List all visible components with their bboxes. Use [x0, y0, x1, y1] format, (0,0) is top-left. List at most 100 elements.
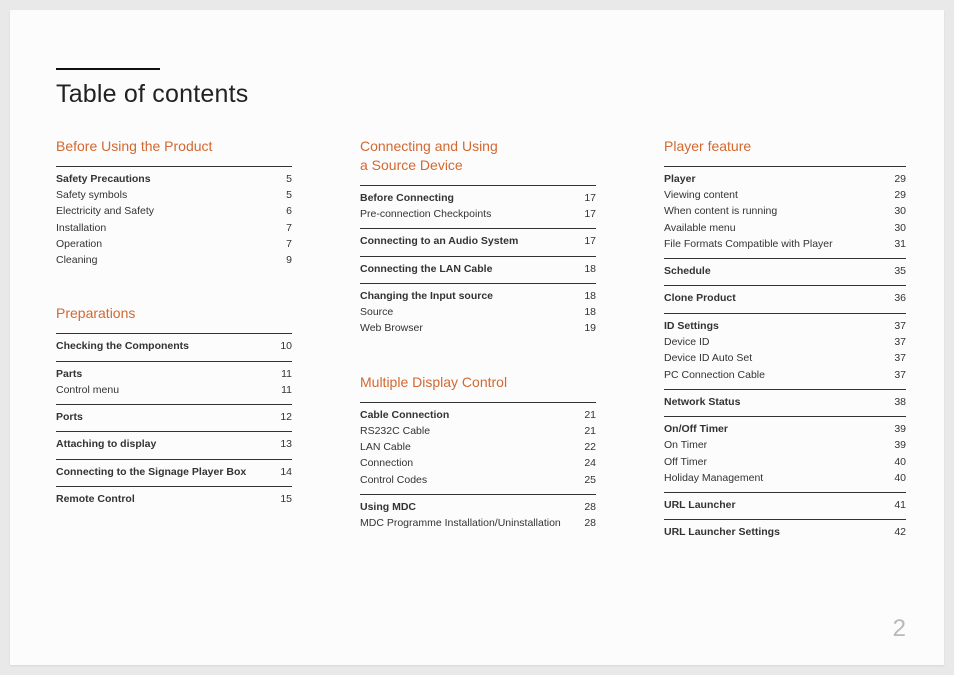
toc-entry[interactable]: When content is running30 [664, 203, 906, 219]
toc-entry-page: 40 [894, 454, 906, 470]
toc-entry[interactable]: Connecting the LAN Cable18 [360, 261, 596, 277]
toc-entry[interactable]: Safety symbols5 [56, 187, 292, 203]
section-heading[interactable]: Multiple Display Control [360, 373, 596, 392]
toc-entry[interactable]: Holiday Management40 [664, 470, 906, 486]
toc-entry-label: On Timer [664, 437, 715, 453]
toc-entry-label: Source [360, 304, 401, 320]
toc-entry[interactable]: Attaching to display 13 [56, 436, 292, 452]
toc-entry-page: 37 [894, 350, 906, 366]
toc-entry-page: 13 [280, 436, 292, 452]
toc-entry-label: Schedule [664, 263, 719, 279]
toc-entry[interactable]: URL Launcher41 [664, 497, 906, 513]
toc-group: Player29Viewing content 29When content is… [664, 166, 906, 258]
section-heading[interactable]: Connecting and Usinga Source Device [360, 137, 596, 175]
toc-entry[interactable]: Connecting to an Audio System17 [360, 233, 596, 249]
toc-entry[interactable]: Ports12 [56, 409, 292, 425]
toc-entry[interactable]: Operation7 [56, 236, 292, 252]
toc-entry-label: Available menu [664, 220, 744, 236]
toc-entry[interactable]: Parts11 [56, 366, 292, 382]
toc-entry-label: Clone Product [664, 290, 744, 306]
toc-entry-label: File Formats Compatible with Player [664, 236, 841, 252]
toc-entry[interactable]: ID Settings37 [664, 318, 906, 334]
toc-entry-label: Viewing content [664, 187, 746, 203]
toc-entry[interactable]: Cleaning9 [56, 252, 292, 268]
toc-entry-page: 42 [894, 524, 906, 540]
toc-entry-page: 36 [894, 290, 906, 306]
toc-entry[interactable]: Network Status38 [664, 394, 906, 410]
toc-entry-page: 39 [894, 437, 906, 453]
toc-columns: Before Using the Product Safety Precautio… [56, 137, 898, 547]
section-heading[interactable]: Preparations [56, 304, 292, 323]
toc-entry-page: 29 [894, 187, 906, 203]
toc-entry-page: 15 [280, 491, 292, 507]
toc-entry[interactable]: Control Codes25 [360, 472, 596, 488]
toc-entry[interactable]: Viewing content 29 [664, 187, 906, 203]
toc-group: Schedule35 [664, 258, 906, 285]
toc-group: Connecting to an Audio System17 [360, 228, 596, 255]
toc-group: Parts11Control menu11 [56, 361, 292, 405]
toc-entry[interactable]: Electricity and Safety6 [56, 203, 292, 219]
toc-entry[interactable]: On/Off Timer 39 [664, 421, 906, 437]
toc-entry-label: Connecting the LAN Cable [360, 261, 500, 277]
toc-group: Changing the Input source18Source18Web B… [360, 283, 596, 343]
toc-group: Cable Connection21RS232C Cable21LAN Cabl… [360, 402, 596, 494]
toc-section: Preparations Checking the Components10 Par… [56, 304, 292, 513]
toc-entry[interactable]: MDC Programme Installation/Uninstallatio… [360, 515, 596, 531]
toc-entry[interactable]: Available menu30 [664, 220, 906, 236]
toc-entry[interactable]: Before Connecting 17 [360, 190, 596, 206]
toc-entry[interactable]: Off Timer 40 [664, 454, 906, 470]
toc-entry-label: ID Settings [664, 318, 727, 334]
toc-entry-page: 41 [894, 497, 906, 513]
toc-entry[interactable]: URL Launcher Settings42 [664, 524, 906, 540]
toc-entry-page: 10 [280, 338, 292, 354]
toc-group: Attaching to display 13 [56, 431, 292, 458]
toc-entry[interactable]: Device ID37 [664, 334, 906, 350]
toc-entry-page: 7 [286, 220, 292, 236]
toc-group: URL Launcher41 [664, 492, 906, 519]
toc-entry[interactable]: Cable Connection21 [360, 407, 596, 423]
toc-entry[interactable]: Safety Precautions5 [56, 171, 292, 187]
toc-entry[interactable]: Connection24 [360, 455, 596, 471]
toc-entry[interactable]: Schedule35 [664, 263, 906, 279]
toc-section: Connecting and Usinga Source Device Befor… [360, 137, 596, 343]
toc-entry[interactable]: Installation7 [56, 220, 292, 236]
toc-entry[interactable]: Web Browser 19 [360, 320, 596, 336]
section-heading[interactable]: Before Using the Product [56, 137, 292, 156]
toc-entry[interactable]: RS232C Cable21 [360, 423, 596, 439]
toc-group: Safety Precautions5Safety symbols5Electr… [56, 166, 292, 275]
toc-entry-label: Device ID Auto Set [664, 350, 760, 366]
toc-entry[interactable]: Checking the Components10 [56, 338, 292, 354]
toc-entry[interactable]: LAN Cable22 [360, 439, 596, 455]
toc-entry-label: Pre-connection Checkpoints [360, 206, 499, 222]
toc-group: URL Launcher Settings42 [664, 519, 906, 546]
toc-entry-page: 38 [894, 394, 906, 410]
page-title: Table of contents [56, 80, 898, 109]
section-heading[interactable]: Player feature [664, 137, 906, 156]
toc-entry[interactable]: File Formats Compatible with Player31 [664, 236, 906, 252]
toc-group: Ports12 [56, 404, 292, 431]
toc-group: Network Status38 [664, 389, 906, 416]
toc-entry-label: Attaching to display [56, 436, 164, 452]
toc-entry[interactable]: Control menu11 [56, 382, 292, 398]
toc-entry[interactable]: Connecting to the Signage Player Box14 [56, 464, 292, 480]
toc-entry[interactable]: Player29 [664, 171, 906, 187]
toc-entry-label: On/Off Timer [664, 421, 736, 437]
toc-entry[interactable]: Using MDC28 [360, 499, 596, 515]
toc-group: Checking the Components10 [56, 333, 292, 360]
toc-entry[interactable]: Source18 [360, 304, 596, 320]
toc-entry[interactable]: Clone Product 36 [664, 290, 906, 306]
toc-entry[interactable]: Remote Control15 [56, 491, 292, 507]
toc-entry-label: Web Browser [360, 320, 431, 336]
toc-entry[interactable]: Device ID Auto Set 37 [664, 350, 906, 366]
toc-column: Before Using the Product Safety Precautio… [56, 137, 292, 547]
toc-entry-page: 17 [584, 190, 596, 206]
toc-entry[interactable]: Pre-connection Checkpoints17 [360, 206, 596, 222]
toc-entry-page: 30 [894, 203, 906, 219]
toc-entry-label: Off Timer [664, 454, 715, 470]
toc-entry-page: 39 [894, 421, 906, 437]
toc-entry-page: 19 [584, 320, 596, 336]
toc-entry-label: Before Connecting [360, 190, 462, 206]
toc-entry[interactable]: PC Connection Cable37 [664, 367, 906, 383]
toc-entry[interactable]: On Timer 39 [664, 437, 906, 453]
toc-entry[interactable]: Changing the Input source18 [360, 288, 596, 304]
